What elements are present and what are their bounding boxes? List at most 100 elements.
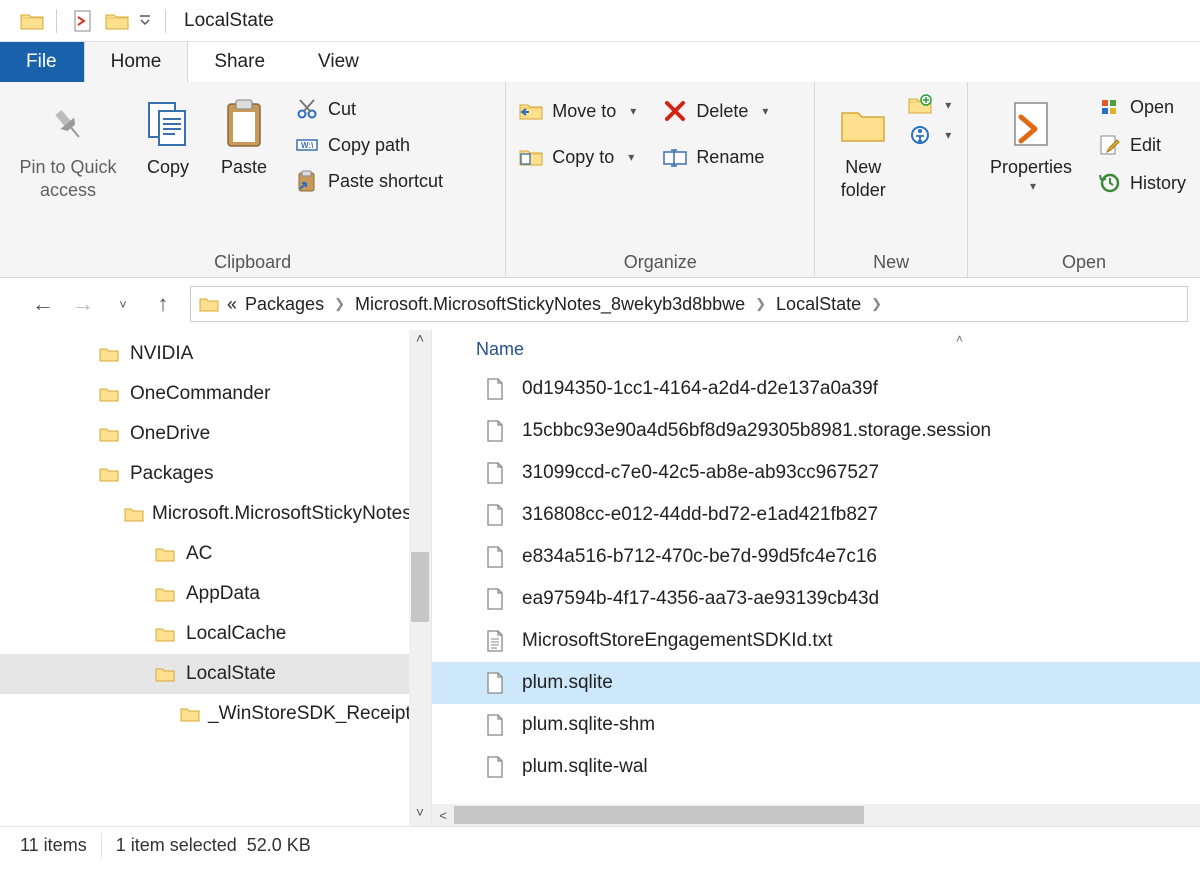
file-row[interactable]: e834a516-b712-470c-be7d-99d5fc4e7c16	[432, 536, 1200, 578]
file-row[interactable]: 31099ccd-c7e0-42c5-ab8e-ab93cc967527	[432, 452, 1200, 494]
paste-shortcut-button[interactable]: Paste shortcut	[290, 168, 449, 194]
file-name: plum.sqlite-wal	[522, 756, 648, 778]
folder-icon	[152, 585, 178, 603]
file-name: plum.sqlite	[522, 672, 613, 694]
delete-icon	[664, 100, 686, 122]
tab-view[interactable]: View	[292, 42, 386, 82]
nav-up-button[interactable]: ↑	[150, 291, 176, 317]
new-folder-button[interactable]: New folder	[823, 92, 903, 201]
history-button[interactable]: History	[1092, 170, 1192, 196]
copy-path-button[interactable]: W:\ Copy path	[290, 132, 449, 158]
titlebar: LocalState	[0, 0, 1200, 42]
folder-icon	[96, 425, 122, 443]
group-clipboard: Pin to Quick access Copy Paste Cut	[0, 82, 506, 277]
scroll-up-icon[interactable]: ˄	[409, 330, 431, 352]
tree-scrollbar[interactable]: ˄ ˅	[409, 330, 431, 826]
file-row[interactable]: plum.sqlite-wal	[432, 746, 1200, 788]
breadcrumb-seg[interactable]: LocalState	[776, 294, 861, 315]
chevron-right-icon[interactable]: ❯	[332, 296, 347, 312]
group-open: Properties ▾ Open Edit History Open	[968, 82, 1200, 277]
tree-item[interactable]: LocalCache	[0, 614, 409, 654]
qat-newfolder-icon[interactable]	[103, 7, 131, 35]
tree-item-label: _WinStoreSDK_Receipts	[208, 703, 409, 725]
tab-share[interactable]: Share	[188, 42, 292, 82]
new-folder-icon	[838, 96, 888, 152]
chevron-right-icon[interactable]: ❯	[753, 296, 768, 312]
breadcrumb-seg[interactable]: Packages	[245, 294, 324, 315]
column-header-name[interactable]: Name	[432, 330, 1200, 368]
file-name: e834a516-b712-470c-be7d-99d5fc4e7c16	[522, 546, 877, 568]
address-bar[interactable]: « Packages ❯ Microsoft.MicrosoftStickyNo…	[190, 286, 1188, 322]
folder-icon	[152, 625, 178, 643]
file-icon	[482, 588, 508, 610]
open-button[interactable]: Open	[1092, 94, 1192, 120]
easy-access-button[interactable]: ▾	[909, 124, 951, 146]
copy-to-button[interactable]: Copy to▾	[514, 144, 642, 170]
file-row[interactable]: 15cbbc93e90a4d56bf8d9a29305b8981.storage…	[432, 410, 1200, 452]
rename-button[interactable]: Rename	[658, 144, 774, 170]
scroll-thumb[interactable]	[411, 552, 429, 622]
status-size: 52.0 KB	[247, 835, 311, 856]
file-row[interactable]: MicrosoftStoreEngagementSDKId.txt	[432, 620, 1200, 662]
rename-icon	[664, 146, 686, 168]
qat-properties-icon[interactable]	[69, 7, 97, 35]
tree-item-label: Microsoft.MicrosoftStickyNotes_8wekyb3d8…	[152, 503, 409, 525]
qat-customize-icon[interactable]	[137, 12, 153, 29]
file-row[interactable]: 0d194350-1cc1-4164-a2d4-d2e137a0a39f	[432, 368, 1200, 410]
new-item-button[interactable]: ▾	[909, 94, 951, 116]
tab-home[interactable]: Home	[84, 42, 189, 82]
move-to-button[interactable]: Move to▾	[514, 98, 642, 124]
copy-button[interactable]: Copy	[134, 92, 202, 179]
nav-back-button[interactable]: ←	[30, 291, 56, 317]
nav-forward-button[interactable]: →	[70, 291, 96, 317]
file-name: 0d194350-1cc1-4164-a2d4-d2e137a0a39f	[522, 378, 878, 400]
tree-item[interactable]: OneCommander	[0, 374, 409, 414]
file-icon	[482, 630, 508, 652]
file-icon	[482, 420, 508, 442]
file-icon	[482, 546, 508, 568]
tree-item[interactable]: LocalState	[0, 654, 409, 694]
list-h-scrollbar[interactable]: <	[432, 804, 1200, 826]
sort-indicator-icon[interactable]: ˄	[956, 332, 963, 346]
scroll-thumb[interactable]	[454, 806, 864, 824]
tree-item[interactable]: NVIDIA	[0, 334, 409, 374]
tree-item[interactable]: Packages	[0, 454, 409, 494]
tab-file[interactable]: File	[0, 42, 84, 82]
open-icon	[1098, 96, 1120, 118]
file-name: 31099ccd-c7e0-42c5-ab8e-ab93cc967527	[522, 462, 879, 484]
file-row[interactable]: 316808cc-e012-44dd-bd72-e1ad421fb827	[432, 494, 1200, 536]
paste-button[interactable]: Paste	[208, 92, 280, 179]
breadcrumb-seg[interactable]: Microsoft.MicrosoftStickyNotes_8wekyb3d8…	[355, 294, 745, 315]
cut-button[interactable]: Cut	[290, 96, 449, 122]
chevron-down-icon: ▾	[758, 104, 768, 118]
delete-button[interactable]: Delete▾	[658, 98, 774, 124]
tree-item[interactable]: AppData	[0, 574, 409, 614]
svg-text:W:\: W:\	[301, 141, 314, 150]
folder-icon	[152, 665, 178, 683]
tree-item[interactable]: _WinStoreSDK_Receipts	[0, 694, 409, 734]
ribbon: Pin to Quick access Copy Paste Cut	[0, 82, 1200, 278]
tree-item[interactable]: AC	[0, 534, 409, 574]
pin-to-quick-access-button[interactable]: Pin to Quick access	[8, 92, 128, 201]
tree-item[interactable]: OneDrive	[0, 414, 409, 454]
navigation-bar: ← → ˅ ↑ « Packages ❯ Microsoft.Microsoft…	[0, 278, 1200, 330]
properties-icon	[1009, 96, 1053, 152]
file-icon	[482, 756, 508, 778]
file-row[interactable]: ea97594b-4f17-4356-aa73-ae93139cb43d	[432, 578, 1200, 620]
nav-recent-button[interactable]: ˅	[110, 297, 136, 312]
properties-button[interactable]: Properties ▾	[976, 92, 1086, 193]
copy-to-icon	[520, 146, 542, 168]
file-icon	[482, 504, 508, 526]
scroll-left-icon[interactable]: <	[432, 808, 454, 823]
chevron-right-icon[interactable]: ❯	[869, 296, 884, 312]
scroll-down-icon[interactable]: ˅	[409, 804, 431, 826]
tree-item-label: LocalCache	[186, 623, 286, 645]
copy-path-icon: W:\	[296, 134, 318, 156]
tree-item[interactable]: Microsoft.MicrosoftStickyNotes_8wekyb3d8…	[0, 494, 409, 534]
file-row[interactable]: plum.sqlite-shm	[432, 704, 1200, 746]
edit-button[interactable]: Edit	[1092, 132, 1192, 158]
tree-item-label: Packages	[130, 463, 213, 485]
folder-icon	[180, 705, 200, 723]
file-row[interactable]: plum.sqlite	[432, 662, 1200, 704]
tree-item-label: LocalState	[186, 663, 276, 685]
